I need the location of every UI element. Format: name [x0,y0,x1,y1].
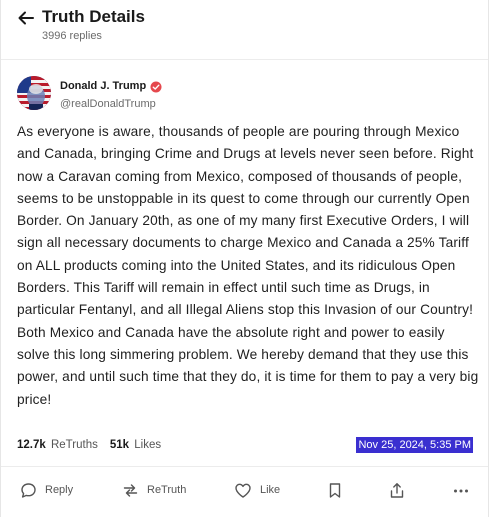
author-row: Donald J. Trump [60,80,162,93]
divider [1,59,488,60]
share-button[interactable] [389,480,413,500]
reply-icon [21,482,36,498]
verified-icon [150,80,162,93]
page-title: Truth Details [42,7,145,26]
likes-count: 51k [109,439,130,451]
reply-button[interactable]: Reply [20,480,73,500]
back-arrow-icon[interactable] [17,9,35,27]
likes-label: Likes [134,439,162,451]
retruths-label: ReTruths [50,439,98,451]
avatar[interactable] [17,76,51,110]
action-bar: Reply ReTruth Like [17,480,472,500]
like-button[interactable]: Like [234,480,280,500]
post-timestamp[interactable]: Nov 25, 2024, 5:35 PM [356,437,473,453]
like-icon [235,483,251,498]
post-body: As everyone is aware, thousands of peopl… [17,124,479,407]
reply-label: Reply [45,484,74,496]
retruth-label: ReTruth [147,484,187,496]
truth-details-panel: Truth Details 3996 replies Donald J. Tru… [0,0,489,517]
divider [1,466,488,467]
like-label: Like [260,484,281,496]
retruth-button[interactable]: ReTruth [122,480,186,500]
retruth-icon [123,483,138,497]
page-header: Truth Details 3996 replies [17,7,472,51]
bookmark-button[interactable] [328,480,350,500]
more-icon [454,489,468,492]
share-icon [390,482,404,498]
likes-stat[interactable]: 51k Likes [110,439,161,451]
retruths-count: 12.7k [17,439,46,451]
more-button[interactable] [453,480,477,500]
replies-count: 3996 replies [42,30,102,42]
retruths-stat[interactable]: 12.7k ReTruths [17,439,98,451]
bookmark-icon [329,482,341,498]
display-name[interactable]: Donald J. Trump [60,80,146,92]
handle[interactable]: @realDonaldTrump [60,98,156,110]
post-stats: 12.7k ReTruths 51k Likes [17,439,161,451]
